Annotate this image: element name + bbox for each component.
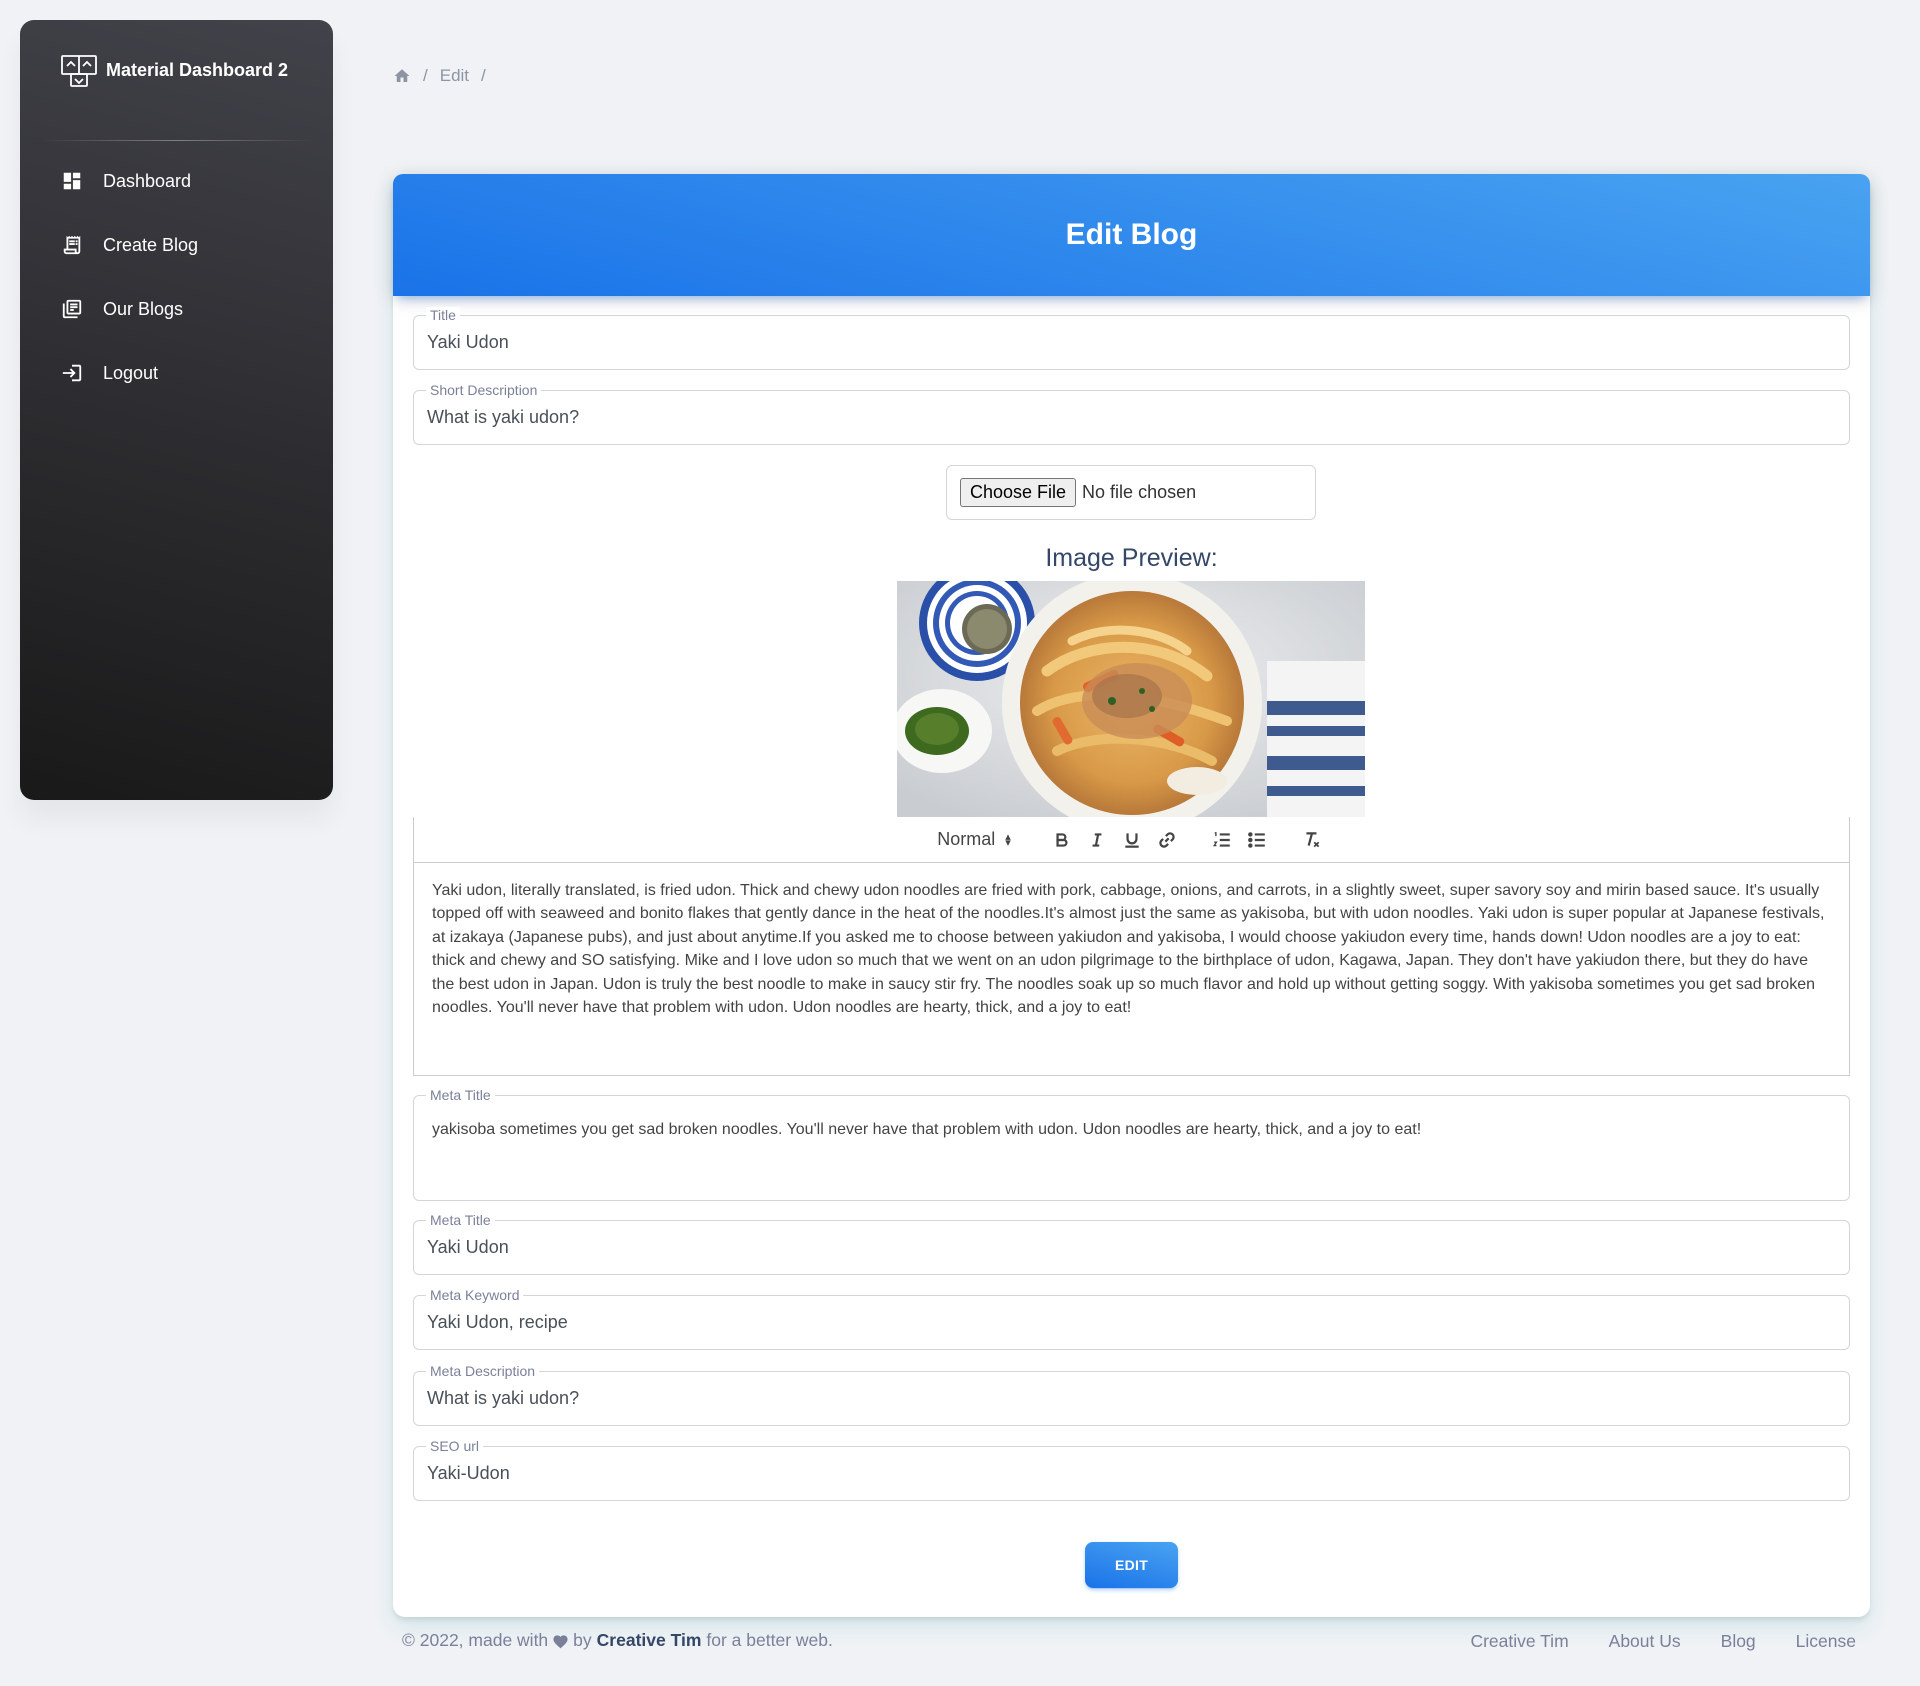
format-select-value: Normal xyxy=(937,829,996,849)
sidebar-item-label: Our Blogs xyxy=(103,298,184,319)
underline-icon[interactable] xyxy=(1115,826,1150,854)
meta-description-field[interactable]: Meta Description xyxy=(413,1363,1850,1426)
brand-logo-icon xyxy=(61,55,97,87)
sidebar-divider xyxy=(40,140,313,141)
edit-submit-button[interactable]: EDIT xyxy=(1085,1542,1178,1588)
seo-url-label: SEO url xyxy=(426,1438,484,1454)
breadcrumb-separator: / xyxy=(423,66,428,85)
meta-keyword-label: Meta Keyword xyxy=(426,1287,524,1303)
sidebar-item-create-blog[interactable]: Create Blog xyxy=(34,219,319,271)
meta-title-input[interactable] xyxy=(427,1237,1827,1258)
meta-description-label: Meta Description xyxy=(426,1363,540,1379)
image-preview xyxy=(897,581,1365,817)
meta-title-textarea[interactable]: yakisoba sometimes you get sad broken no… xyxy=(432,1121,1832,1139)
short-description-input[interactable] xyxy=(427,407,1827,428)
footer-link-blog[interactable]: Blog xyxy=(1721,1631,1756,1652)
footer-links: Creative Tim About Us Blog License xyxy=(1430,1631,1856,1652)
title-input[interactable] xyxy=(427,332,1827,353)
footer-link-about-us[interactable]: About Us xyxy=(1609,1631,1681,1652)
clear-format-icon[interactable] xyxy=(1295,826,1330,854)
file-status: No file chosen xyxy=(1082,482,1197,502)
footer-copyright: © 2022, made with by Creative Tim for a … xyxy=(402,1630,833,1651)
receipt-icon xyxy=(61,234,83,256)
breadcrumb-current[interactable]: Edit xyxy=(440,66,469,86)
editor-content[interactable]: Yaki udon, literally translated, is frie… xyxy=(414,863,1849,1019)
image-preview-label: Image Preview: xyxy=(1045,544,1218,572)
seo-url-input[interactable] xyxy=(427,1463,1827,1484)
select-arrows-icon: ▴ ▾ xyxy=(1005,830,1011,849)
meta-title-field[interactable]: Meta Title xyxy=(413,1212,1850,1275)
sidebar-item-label: Dashboard xyxy=(103,170,192,191)
footer-author-link[interactable]: Creative Tim xyxy=(597,1630,702,1651)
sidebar-item-logout[interactable]: Logout xyxy=(34,347,319,399)
dashboard-icon xyxy=(61,170,83,192)
yaki-udon-image xyxy=(897,581,1365,817)
login-icon xyxy=(61,362,83,384)
link-icon[interactable] xyxy=(1150,826,1185,854)
footer-link-license[interactable]: License xyxy=(1796,1631,1856,1652)
title-field[interactable]: Title xyxy=(413,307,1850,370)
file-upload-field[interactable]: Choose File No file chosen xyxy=(946,465,1316,520)
meta-title-textarea-field[interactable]: Meta Title yakisoba sometimes you get sa… xyxy=(413,1087,1850,1201)
library-icon xyxy=(61,298,83,320)
breadcrumb-separator: / xyxy=(481,66,486,85)
brand[interactable]: Material Dashboard 2 xyxy=(20,20,333,120)
copyright-text: © 2022, made with xyxy=(402,1630,549,1650)
sidebar-item-our-blogs[interactable]: Our Blogs xyxy=(34,283,319,335)
seo-url-field[interactable]: SEO url xyxy=(413,1438,1850,1501)
editor-toolbar: Normal ▴ ▾ xyxy=(414,817,1849,863)
short-description-field[interactable]: Short Description xyxy=(413,382,1850,445)
copyright-by: by xyxy=(573,1630,592,1650)
italic-icon[interactable] xyxy=(1080,826,1115,854)
copyright-suffix: for a better web. xyxy=(706,1630,833,1650)
ordered-list-icon[interactable] xyxy=(1205,826,1240,854)
heart-icon xyxy=(552,1633,569,1649)
sidebar: Material Dashboard 2 Dashboard Create Bl… xyxy=(20,20,333,800)
meta-keyword-input[interactable] xyxy=(427,1312,1827,1333)
card-header: Edit Blog xyxy=(393,174,1870,296)
sidebar-item-label: Create Blog xyxy=(103,234,199,255)
meta-keyword-field[interactable]: Meta Keyword xyxy=(413,1287,1850,1350)
title-label: Title xyxy=(426,307,460,323)
home-icon[interactable] xyxy=(393,67,411,85)
format-select[interactable]: Normal ▴ ▾ xyxy=(937,829,1011,850)
meta-title-label: Meta Title xyxy=(426,1212,495,1228)
meta-description-input[interactable] xyxy=(427,1388,1827,1409)
sidebar-item-dashboard[interactable]: Dashboard xyxy=(34,155,319,207)
bold-icon[interactable] xyxy=(1045,826,1080,854)
meta-title-textarea-label: Meta Title xyxy=(426,1087,495,1103)
bullet-list-icon[interactable] xyxy=(1240,826,1275,854)
page-title: Edit Blog xyxy=(1065,218,1198,251)
footer-link-creative-tim[interactable]: Creative Tim xyxy=(1470,1631,1568,1652)
edit-blog-card: Edit Blog Title Short Description Choose… xyxy=(393,174,1870,1617)
brand-name: Material Dashboard 2 xyxy=(106,59,289,80)
choose-file-button[interactable]: Choose File xyxy=(960,478,1077,507)
breadcrumb: / Edit / xyxy=(393,66,498,86)
sidebar-item-label: Logout xyxy=(103,362,159,383)
rich-text-editor: Normal ▴ ▾ Yaki udon, literally translat… xyxy=(413,817,1850,1076)
short-description-label: Short Description xyxy=(426,382,542,398)
